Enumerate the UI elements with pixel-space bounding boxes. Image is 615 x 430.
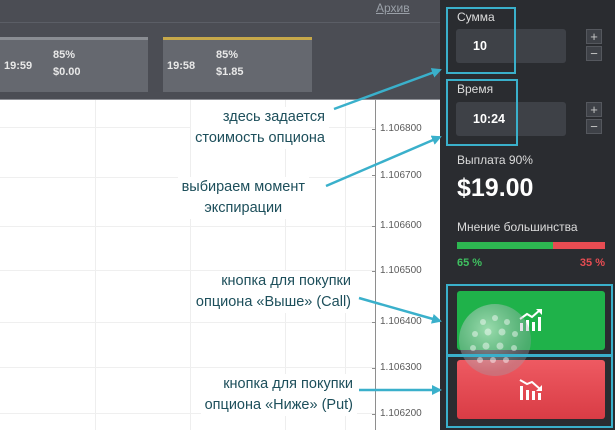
grid-line bbox=[190, 100, 191, 430]
price-label: 1.106800 bbox=[380, 123, 422, 134]
grid-line bbox=[0, 226, 376, 227]
topbar-divider bbox=[0, 22, 440, 23]
majority-down-percent: 35 % bbox=[579, 257, 605, 269]
axis-tick bbox=[372, 129, 376, 130]
trade-history-bar: Архив 19:59 85% $0.00 19:58 85% $1.85 bbox=[0, 0, 440, 100]
axis-tick bbox=[372, 226, 376, 227]
price-label: 1.106200 bbox=[380, 408, 422, 419]
put-annotation: кнопка для покупки опциона «Ниже» (Put) bbox=[200, 374, 357, 416]
time-minus-button[interactable]: − bbox=[586, 119, 602, 134]
put-highlight bbox=[446, 354, 613, 428]
annotation-line: опциона «Ниже» (Put) bbox=[204, 397, 353, 413]
majority-label: Мнение большинства bbox=[457, 220, 578, 234]
price-axis bbox=[375, 100, 376, 430]
majority-up-percent: 65 % bbox=[457, 257, 483, 269]
axis-tick bbox=[372, 414, 376, 415]
trade-amount: $0.00 bbox=[53, 66, 81, 78]
trade-card[interactable]: 19:59 85% $0.00 bbox=[0, 37, 148, 92]
axis-tick bbox=[372, 322, 376, 323]
payout-value: $19.00 bbox=[457, 174, 534, 202]
call-annotation: кнопка для покупки опциона «Выше» (Call) bbox=[191, 271, 355, 313]
annotation-line: стоимость опциона bbox=[195, 130, 325, 146]
price-label: 1.106500 bbox=[380, 265, 422, 276]
annotation-line: здесь задается bbox=[222, 109, 325, 125]
trade-percent: 85% bbox=[216, 49, 239, 61]
annotation-line: кнопка для покупки bbox=[223, 376, 353, 392]
axis-tick bbox=[372, 175, 376, 176]
time-annotation: выбираем момент экспирации bbox=[177, 177, 309, 219]
archive-link[interactable]: Архив bbox=[376, 1, 410, 15]
annotation-line: кнопка для покупки bbox=[221, 273, 351, 289]
trade-card[interactable]: 19:58 85% $1.85 bbox=[163, 37, 312, 92]
amount-highlight bbox=[446, 7, 516, 74]
price-label: 1.106600 bbox=[380, 220, 422, 231]
payout-label: Выплата 90% bbox=[457, 153, 533, 167]
amount-minus-button[interactable]: − bbox=[586, 46, 602, 61]
time-highlight bbox=[446, 79, 518, 146]
price-label: 1.106700 bbox=[380, 170, 422, 181]
trade-percent: 85% bbox=[53, 49, 76, 61]
call-highlight bbox=[446, 284, 613, 357]
majority-bar-up-fill bbox=[457, 242, 554, 249]
annotation-line: экспирации bbox=[204, 200, 283, 216]
time-plus-button[interactable]: + bbox=[586, 102, 602, 117]
trade-time: 19:59 bbox=[4, 60, 33, 72]
axis-tick bbox=[372, 368, 376, 369]
annotation-line: выбираем момент bbox=[181, 179, 305, 195]
amount-annotation: здесь задается стоимость опциона bbox=[191, 107, 329, 149]
grid-line bbox=[95, 100, 96, 430]
annotation-line: опциона «Выше» (Call) bbox=[195, 294, 351, 310]
price-label: 1.106400 bbox=[380, 316, 422, 327]
price-label: 1.106300 bbox=[380, 362, 422, 373]
trade-time: 19:58 bbox=[167, 60, 196, 72]
amount-plus-button[interactable]: + bbox=[586, 29, 602, 44]
grid-line bbox=[0, 322, 376, 323]
grid-line bbox=[0, 367, 376, 368]
majority-bar bbox=[457, 242, 605, 249]
axis-tick bbox=[372, 271, 376, 272]
trade-amount: $1.85 bbox=[216, 66, 244, 78]
